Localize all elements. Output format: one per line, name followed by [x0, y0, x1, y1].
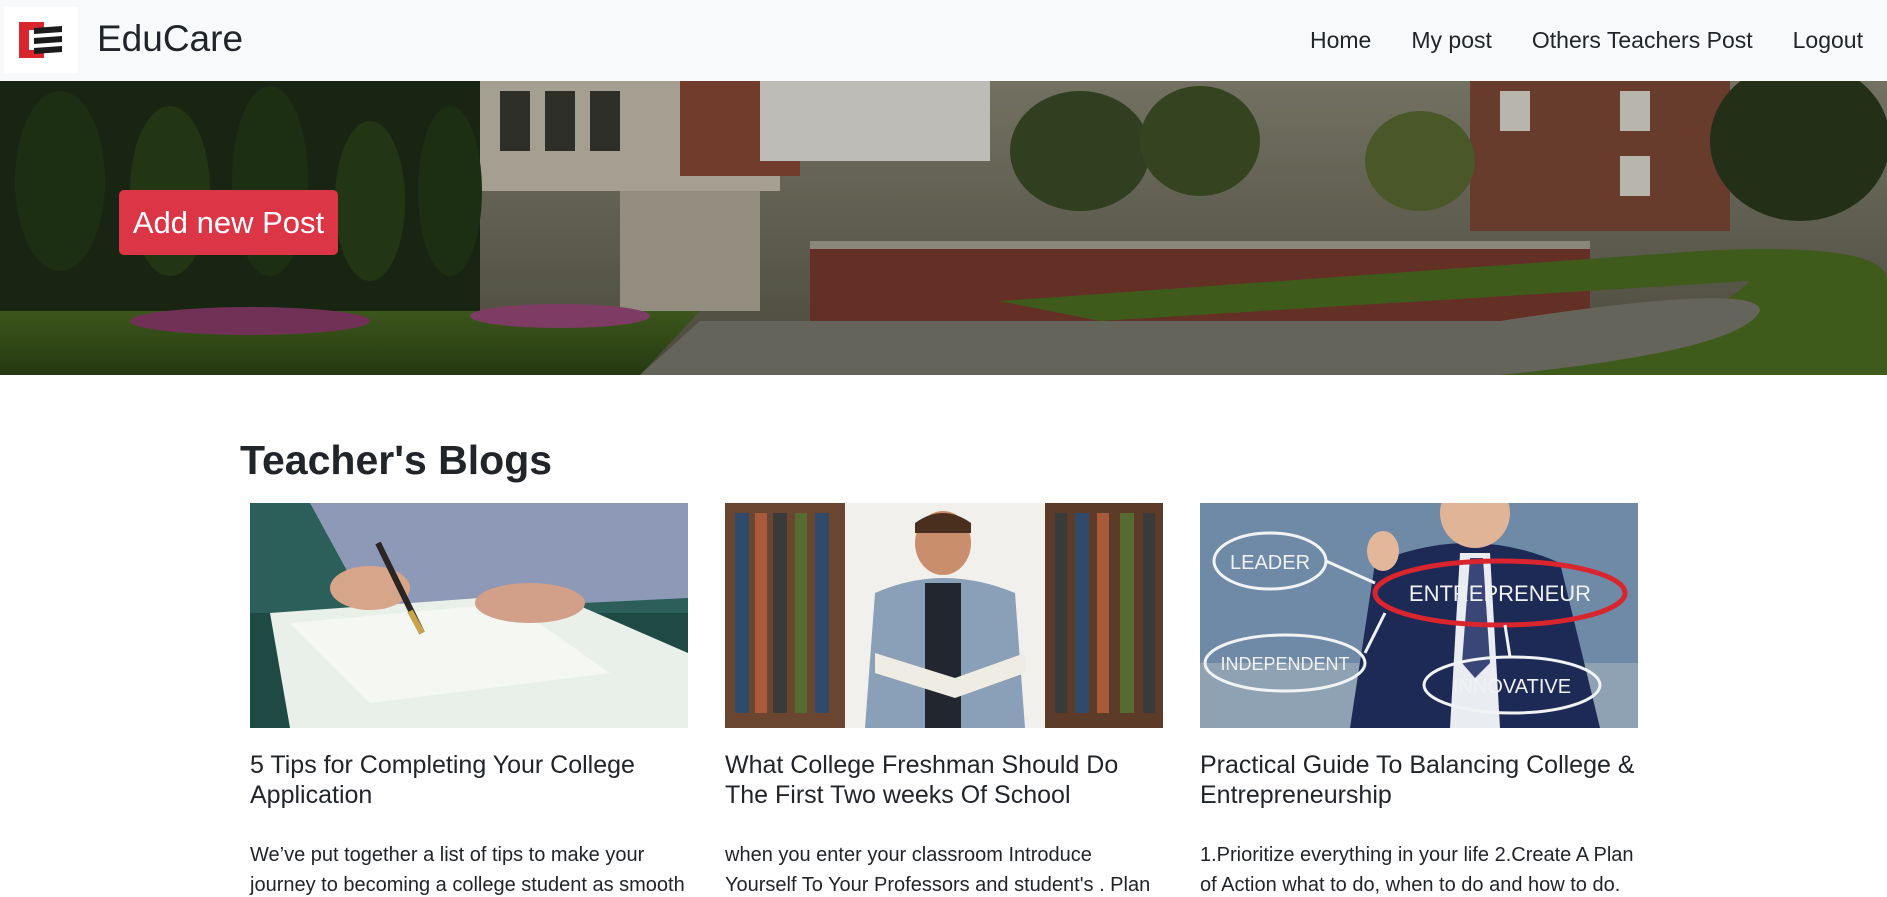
- blog-card-text: when you enter your classroom Introduce …: [725, 844, 1151, 896]
- blog-card-title[interactable]: 5 Tips for Completing Your College Appli…: [250, 750, 688, 810]
- educare-logo[interactable]: [4, 7, 78, 73]
- entrepreneur-label: ENTREPRENEUR: [1409, 581, 1591, 606]
- blog-card-image-writing[interactable]: [250, 503, 688, 728]
- brand-name[interactable]: EduCare: [97, 18, 243, 60]
- section-title: Teacher's Blogs: [240, 437, 553, 483]
- nav-logout[interactable]: Logout: [1793, 27, 1863, 54]
- blog-card-title[interactable]: What College Freshman Should Do The Firs…: [725, 750, 1163, 810]
- blog-card[interactable]: LEADER ENTREPRENEUR INDEPENDENT INNOVATI…: [1200, 503, 1638, 897]
- nav-home[interactable]: Home: [1310, 27, 1371, 54]
- blog-card-image-library-student[interactable]: [725, 503, 1163, 728]
- innovative-label: INNOVATIVE: [1453, 676, 1571, 698]
- blog-card[interactable]: 5 Tips for Completing Your College Appli…: [250, 503, 688, 897]
- navbar: EduCare Home My post Others Teachers Pos…: [0, 0, 1887, 81]
- independent-label: INDEPENDENT: [1220, 654, 1349, 674]
- hero-banner: Add new Post: [0, 81, 1887, 375]
- book-logo-icon: [19, 22, 62, 58]
- blog-card-text: We’ve put together a list of tips to mak…: [250, 844, 685, 896]
- add-new-post-button[interactable]: Add new Post: [119, 190, 338, 255]
- blog-card[interactable]: What College Freshman Should Do The Firs…: [725, 503, 1163, 897]
- leader-label: LEADER: [1230, 552, 1310, 574]
- blog-card-title[interactable]: Practical Guide To Balancing College & E…: [1200, 750, 1638, 810]
- nav-my-post[interactable]: My post: [1411, 27, 1492, 54]
- blog-card-image-entrepreneur[interactable]: LEADER ENTREPRENEUR INDEPENDENT INNOVATI…: [1200, 503, 1638, 728]
- nav-links: Home My post Others Teachers Post Logout: [1270, 0, 1863, 81]
- nav-others-teachers-post[interactable]: Others Teachers Post: [1532, 27, 1753, 54]
- blog-card-text: 1.Prioritize everything in your life 2.C…: [1200, 844, 1634, 896]
